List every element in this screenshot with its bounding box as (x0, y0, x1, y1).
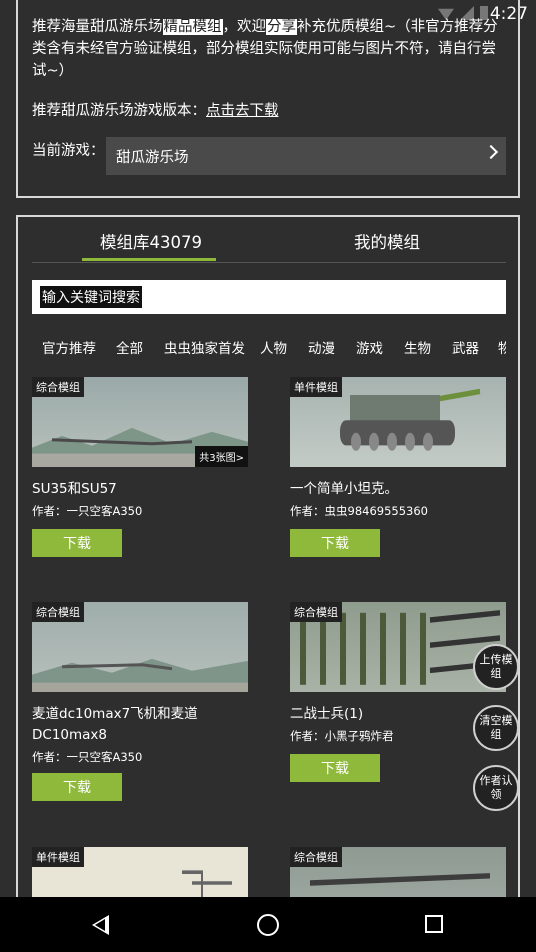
mod-type-tag: 综合模组 (32, 602, 84, 622)
info-highlight: 精品模组 (162, 19, 223, 35)
info-text-part: ，欢迎 (222, 19, 267, 35)
category-game[interactable]: 游戏 (356, 337, 383, 357)
info-highlight: 分享 (266, 19, 297, 35)
mod-thumbnail[interactable]: 综合模组 共3张图> (32, 377, 248, 467)
download-button[interactable]: 下载 (290, 754, 380, 782)
mod-author: 作者：小黑子鸦炸君 (290, 728, 394, 744)
info-text-part: 推荐海量甜瓜游乐场 (32, 19, 163, 35)
tab-my-mods[interactable]: 我的模组 (354, 229, 420, 253)
tab-bar: 模组库43079 我的模组 (32, 217, 506, 263)
author-name: 虫虫98469555360 (324, 504, 428, 518)
info-panel: 推荐海量甜瓜游乐场精品模组，欢迎分享补充优质模组~（非官方推荐分类含有未经官方验… (16, 0, 520, 198)
mod-title[interactable]: 一个简单小坦克。 (290, 479, 506, 500)
mod-type-tag: 单件模组 (32, 847, 84, 867)
mod-title[interactable]: SU35和SU57 (32, 479, 248, 500)
category-anime[interactable]: 动漫 (308, 337, 335, 357)
home-icon[interactable] (257, 914, 279, 936)
category-more[interactable]: 物 (498, 337, 506, 357)
author-label: 作者： (290, 729, 325, 743)
search-placeholder: 输入关键词搜索 (40, 286, 142, 308)
active-tab-indicator (82, 258, 216, 261)
thumbnail-scene (32, 658, 248, 692)
version-download-link[interactable]: 点击去下载 (206, 103, 279, 119)
clear-mods-button[interactable]: 清空模组 (473, 705, 519, 751)
version-label: 推荐甜瓜游乐场游戏版本： (32, 103, 206, 119)
author-label: 作者： (290, 504, 325, 518)
image-count-badge[interactable]: 共3张图> (195, 446, 248, 467)
tab-mod-library[interactable]: 模组库43079 (100, 229, 202, 253)
claim-author-button[interactable]: 作者认领 (473, 765, 519, 811)
mod-type-tag: 综合模组 (32, 377, 84, 397)
back-icon[interactable] (92, 915, 109, 935)
download-button[interactable]: 下载 (290, 529, 380, 557)
category-creature[interactable]: 生物 (404, 337, 431, 357)
author-label: 作者： (32, 750, 67, 764)
mod-thumbnail[interactable]: 单件模组 (290, 377, 506, 467)
mod-thumbnail[interactable]: 综合模组 (32, 602, 248, 692)
mod-author: 作者：一只空客A350 (32, 503, 142, 519)
mod-author: 作者：一只空客A350 (32, 749, 142, 765)
author-name: 小黑子鸦炸君 (324, 729, 394, 743)
download-button[interactable]: 下载 (32, 529, 122, 557)
mod-author: 作者：虫虫98469555360 (290, 503, 428, 519)
mod-type-tag: 单件模组 (290, 377, 342, 397)
mod-type-tag: 综合模组 (290, 847, 342, 867)
upload-mod-button[interactable]: 上传模组 (473, 644, 519, 690)
category-exclusive[interactable]: 虫虫独家首发 (164, 337, 245, 357)
author-name: 一只空客A350 (66, 750, 143, 764)
mod-title[interactable]: 麦道dc10max7飞机和麦道DC10max8 (32, 704, 248, 746)
search-input[interactable]: 输入关键词搜索 (32, 280, 506, 314)
mod-type-tag: 综合模组 (290, 602, 342, 622)
category-bar: 官方推荐 全部 虫虫独家首发 人物 动漫 游戏 生物 武器 物 (32, 337, 506, 357)
category-weapon[interactable]: 武器 (452, 337, 479, 357)
mod-thumbnail[interactable]: 综合模组 (290, 602, 506, 692)
system-nav-bar (0, 897, 536, 952)
version-line: 推荐甜瓜游乐场游戏版本：点击去下载 (32, 99, 279, 120)
game-selector-value: 甜瓜游乐场 (116, 149, 189, 166)
category-official[interactable]: 官方推荐 (42, 337, 96, 357)
recent-apps-icon[interactable] (425, 915, 443, 933)
author-name: 一只空客A350 (66, 504, 143, 518)
category-all[interactable]: 全部 (116, 337, 143, 357)
mod-panel: 模组库43079 我的模组 输入关键词搜索 官方推荐 全部 虫虫独家首发 人物 … (16, 215, 520, 952)
category-character[interactable]: 人物 (260, 337, 287, 357)
author-label: 作者： (32, 504, 67, 518)
current-game-label: 当前游戏： (32, 143, 105, 159)
game-selector[interactable]: 甜瓜游乐场 (106, 137, 506, 175)
chevron-right-icon (483, 144, 499, 160)
info-text: 推荐海量甜瓜游乐场精品模组，欢迎分享补充优质模组~（非官方推荐分类含有未经官方验… (32, 16, 510, 82)
download-button[interactable]: 下载 (32, 773, 122, 801)
